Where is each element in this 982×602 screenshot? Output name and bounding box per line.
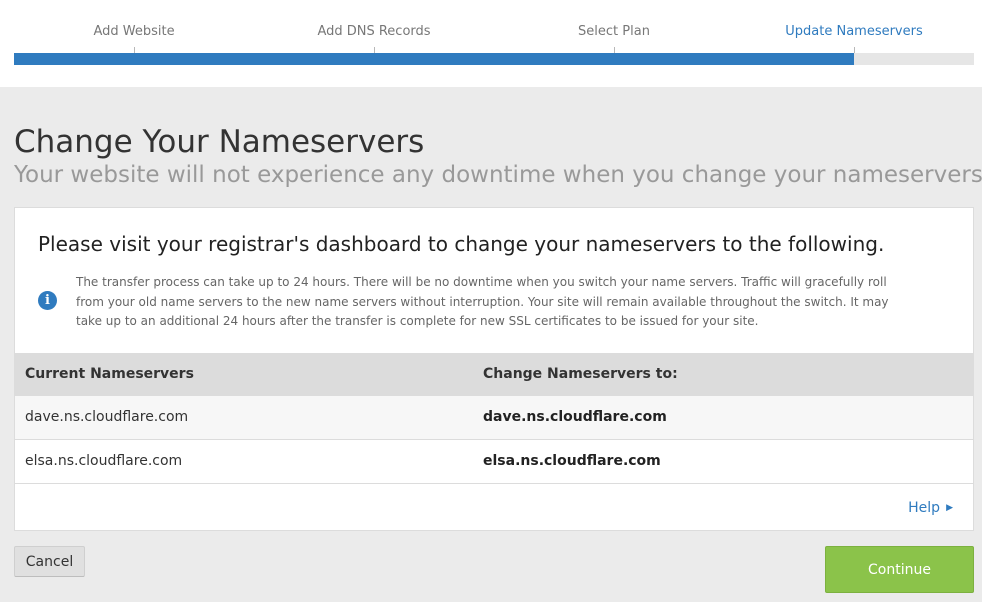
nameservers-table: Current Nameservers Change Nameservers t… [15, 353, 973, 484]
current-nameserver[interactable]: dave.ns.cloudflare.com [25, 396, 188, 439]
step-add-website: Add Website [93, 24, 175, 39]
current-nameserver[interactable]: elsa.ns.cloudflare.com [25, 440, 182, 483]
new-nameserver[interactable]: dave.ns.cloudflare.com [483, 396, 667, 439]
page-title: Change Your Nameservers [14, 124, 425, 160]
step-update-nameservers: Update Nameservers [785, 24, 923, 39]
cancel-button[interactable]: Cancel [14, 546, 85, 577]
info-circle-icon: i [38, 291, 57, 310]
table-header: Current Nameservers Change Nameservers t… [15, 353, 973, 396]
table-row: elsa.ns.cloudflare.com elsa.ns.cloudflar… [15, 440, 973, 484]
caret-right-icon: ▶ [946, 503, 953, 513]
help-link[interactable]: Help ▶ [908, 500, 953, 516]
help-label[interactable]: Help [908, 500, 940, 516]
info-text: The transfer process can take up to 24 h… [76, 275, 889, 328]
header-change-nameservers: Change Nameservers to: [483, 366, 678, 382]
progress-header: Add Website Add DNS Records Select Plan … [0, 0, 982, 87]
progress-bar [14, 53, 974, 65]
table-row: dave.ns.cloudflare.com dave.ns.cloudflar… [15, 396, 973, 440]
page-subtitle: Your website will not experience any dow… [14, 162, 982, 188]
nameserver-card: Please visit your registrar's dashboard … [14, 207, 974, 531]
new-nameserver[interactable]: elsa.ns.cloudflare.com [483, 440, 661, 483]
header-current-nameservers: Current Nameservers [25, 366, 194, 382]
continue-button[interactable]: Continue [825, 546, 974, 593]
progress-steps: Add Website Add DNS Records Select Plan … [14, 0, 974, 53]
step-add-dns-records: Add DNS Records [317, 24, 431, 39]
step-select-plan: Select Plan [578, 24, 650, 39]
card-heading: Please visit your registrar's dashboard … [38, 232, 885, 256]
progress-bar-fill [14, 53, 854, 65]
